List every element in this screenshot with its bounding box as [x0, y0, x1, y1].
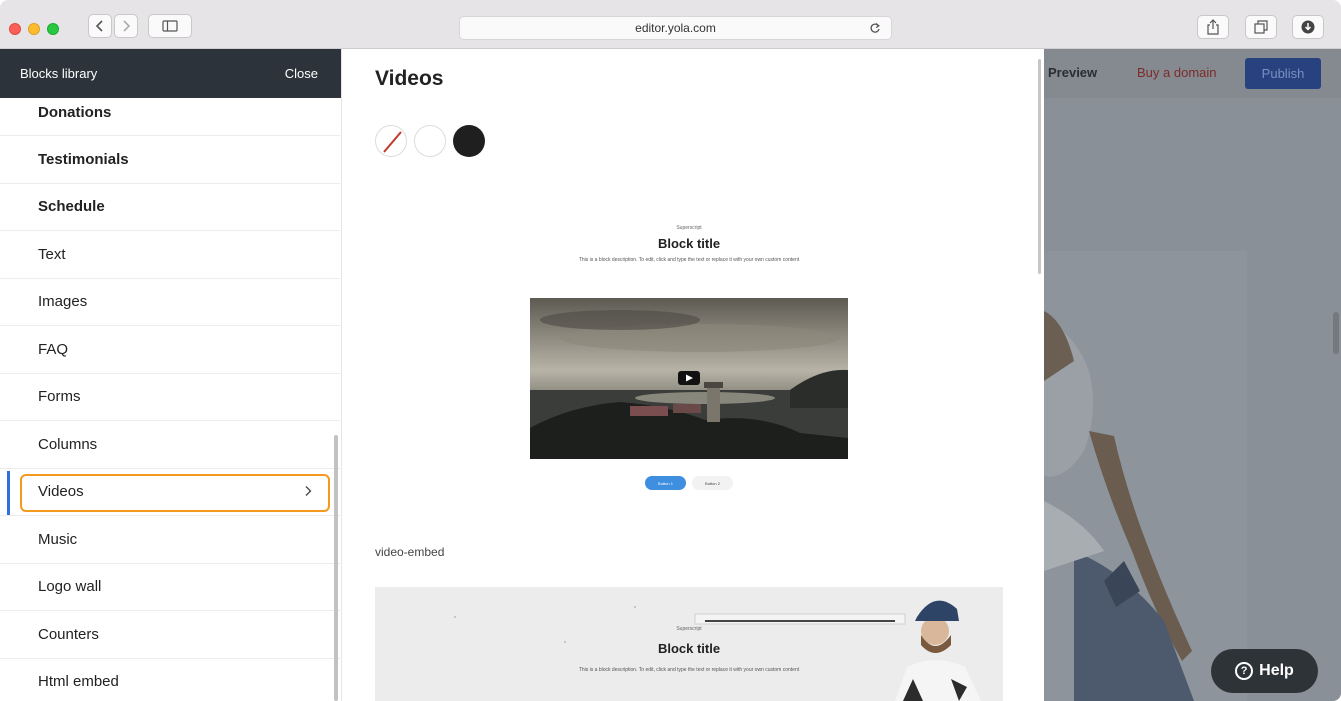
editor-topbar: Preview Buy a domain Publish: [1044, 49, 1341, 98]
address-bar[interactable]: editor.yola.com: [459, 16, 892, 40]
preview-block-title: Block title: [657, 641, 721, 656]
site-hero-image: [1044, 251, 1247, 701]
close-window-button[interactable]: [9, 23, 21, 35]
preview-description: This is a block description. To edit, cl…: [578, 257, 800, 263]
sidebar-item-label: Music: [38, 530, 78, 548]
preview-button-1: Button 1: [645, 476, 686, 490]
sidebar-item-label: Text: [38, 245, 66, 263]
selection-highlight: [20, 473, 330, 512]
close-button[interactable]: Close: [285, 66, 318, 81]
color-option-dark[interactable]: [453, 125, 485, 157]
help-label: Help: [1259, 662, 1294, 679]
sidebar-item-label: Counters: [38, 625, 99, 643]
panel-scrollbar[interactable]: [1038, 59, 1041, 274]
sidebar-scrollbar[interactable]: [334, 435, 338, 701]
zoom-window-button[interactable]: [47, 23, 59, 35]
video-thumbnail: [530, 298, 848, 459]
chevron-right-icon: [304, 484, 312, 501]
sidebar-item-schedule[interactable]: Schedule: [0, 184, 340, 231]
video-embed-preview[interactable]: Superscript Block title This is a block …: [375, 587, 1003, 701]
buy-domain-button[interactable]: Buy a domain: [1137, 65, 1217, 80]
editor-page: Blocks library Close Donations Testimoni…: [0, 49, 1341, 701]
share-button[interactable]: [1197, 15, 1229, 39]
sidebar-item-logo-wall[interactable]: Logo wall: [0, 564, 340, 611]
panel-title: Videos: [375, 67, 444, 90]
canvas-scrollbar[interactable]: [1333, 312, 1339, 354]
publish-button[interactable]: Publish: [1245, 58, 1321, 89]
reload-icon[interactable]: [869, 21, 881, 38]
forward-button[interactable]: [114, 14, 138, 38]
sidebar-item-forms[interactable]: Forms: [0, 374, 340, 421]
editor-canvas-overlay: Preview Buy a domain Publish ? Help: [1044, 49, 1341, 701]
preview-description: This is a block description. To edit, cl…: [578, 667, 800, 673]
browser-toolbar: editor.yola.com: [0, 0, 1341, 49]
tabs-icon: [1254, 20, 1268, 34]
url-text: editor.yola.com: [635, 21, 716, 35]
browser-window: editor.yola.com Blocks library Close Don…: [0, 0, 1341, 701]
chevron-left-icon: [95, 20, 103, 32]
sidebar-item-label: Columns: [38, 435, 98, 453]
no-color-icon: [383, 131, 402, 153]
help-button[interactable]: ? Help: [1211, 649, 1318, 693]
downloads-button[interactable]: [1292, 15, 1324, 39]
sidebar-item-label: Logo wall: [38, 578, 102, 596]
sidebar-item-label: Testimonials: [38, 150, 129, 168]
minimize-window-button[interactable]: [28, 23, 40, 35]
preview-button[interactable]: Preview: [1048, 65, 1097, 80]
color-option-white[interactable]: [414, 125, 446, 157]
sidebar-item-label: Html embed: [38, 673, 119, 691]
chevron-right-icon: [123, 20, 131, 32]
sidebar-item-label: FAQ: [38, 340, 69, 358]
sidebar-title: Blocks library: [20, 66, 98, 81]
preview-button-2: Button 2: [692, 476, 733, 490]
share-icon: [1207, 19, 1219, 35]
sidebar-item-faq[interactable]: FAQ: [0, 326, 340, 374]
block-category-list: Donations Testimonials Schedule Text Ima…: [0, 98, 340, 701]
video-block-preview[interactable]: Superscript Block title This is a block …: [530, 225, 848, 490]
blocks-preview-panel: Videos Superscript Block title This is a…: [342, 49, 1044, 701]
preview-superscript: Superscript: [676, 225, 702, 231]
tabs-overview-button[interactable]: [1245, 15, 1277, 39]
sidebar-item-text[interactable]: Text: [0, 231, 340, 279]
sidebar-item-label: Forms: [38, 388, 81, 406]
preview-superscript: Superscript: [676, 626, 702, 632]
sidebar-item-images[interactable]: Images: [0, 279, 340, 326]
sidebar-header: Blocks library Close: [0, 49, 341, 98]
color-option-none[interactable]: [375, 125, 407, 157]
sidebar-toggle-button[interactable]: [148, 14, 192, 38]
sidebar-item-donations[interactable]: Donations: [0, 98, 340, 136]
selected-indicator: [7, 470, 10, 515]
sidebar-item-counters[interactable]: Counters: [0, 611, 340, 659]
preview-block-title: Block title: [657, 236, 721, 251]
sidebar-icon: [162, 20, 178, 32]
download-icon: [1301, 20, 1315, 34]
question-icon: ?: [1235, 662, 1254, 680]
sidebar-item-label: Images: [38, 293, 88, 311]
sidebar-item-videos[interactable]: Videos: [0, 469, 340, 516]
back-button[interactable]: [88, 14, 112, 38]
sidebar-item-testimonials[interactable]: Testimonials: [0, 136, 340, 184]
sidebar-item-label: Schedule: [38, 198, 105, 216]
blocks-library-sidebar: Blocks library Close Donations Testimoni…: [0, 49, 342, 701]
sidebar-item-label: Donations: [38, 104, 112, 121]
sidebar-item-columns[interactable]: Columns: [0, 421, 340, 469]
block-variant-label: video-embed: [375, 545, 445, 559]
sidebar-item-music[interactable]: Music: [0, 516, 340, 564]
sidebar-item-html-embed[interactable]: Html embed: [0, 659, 340, 701]
